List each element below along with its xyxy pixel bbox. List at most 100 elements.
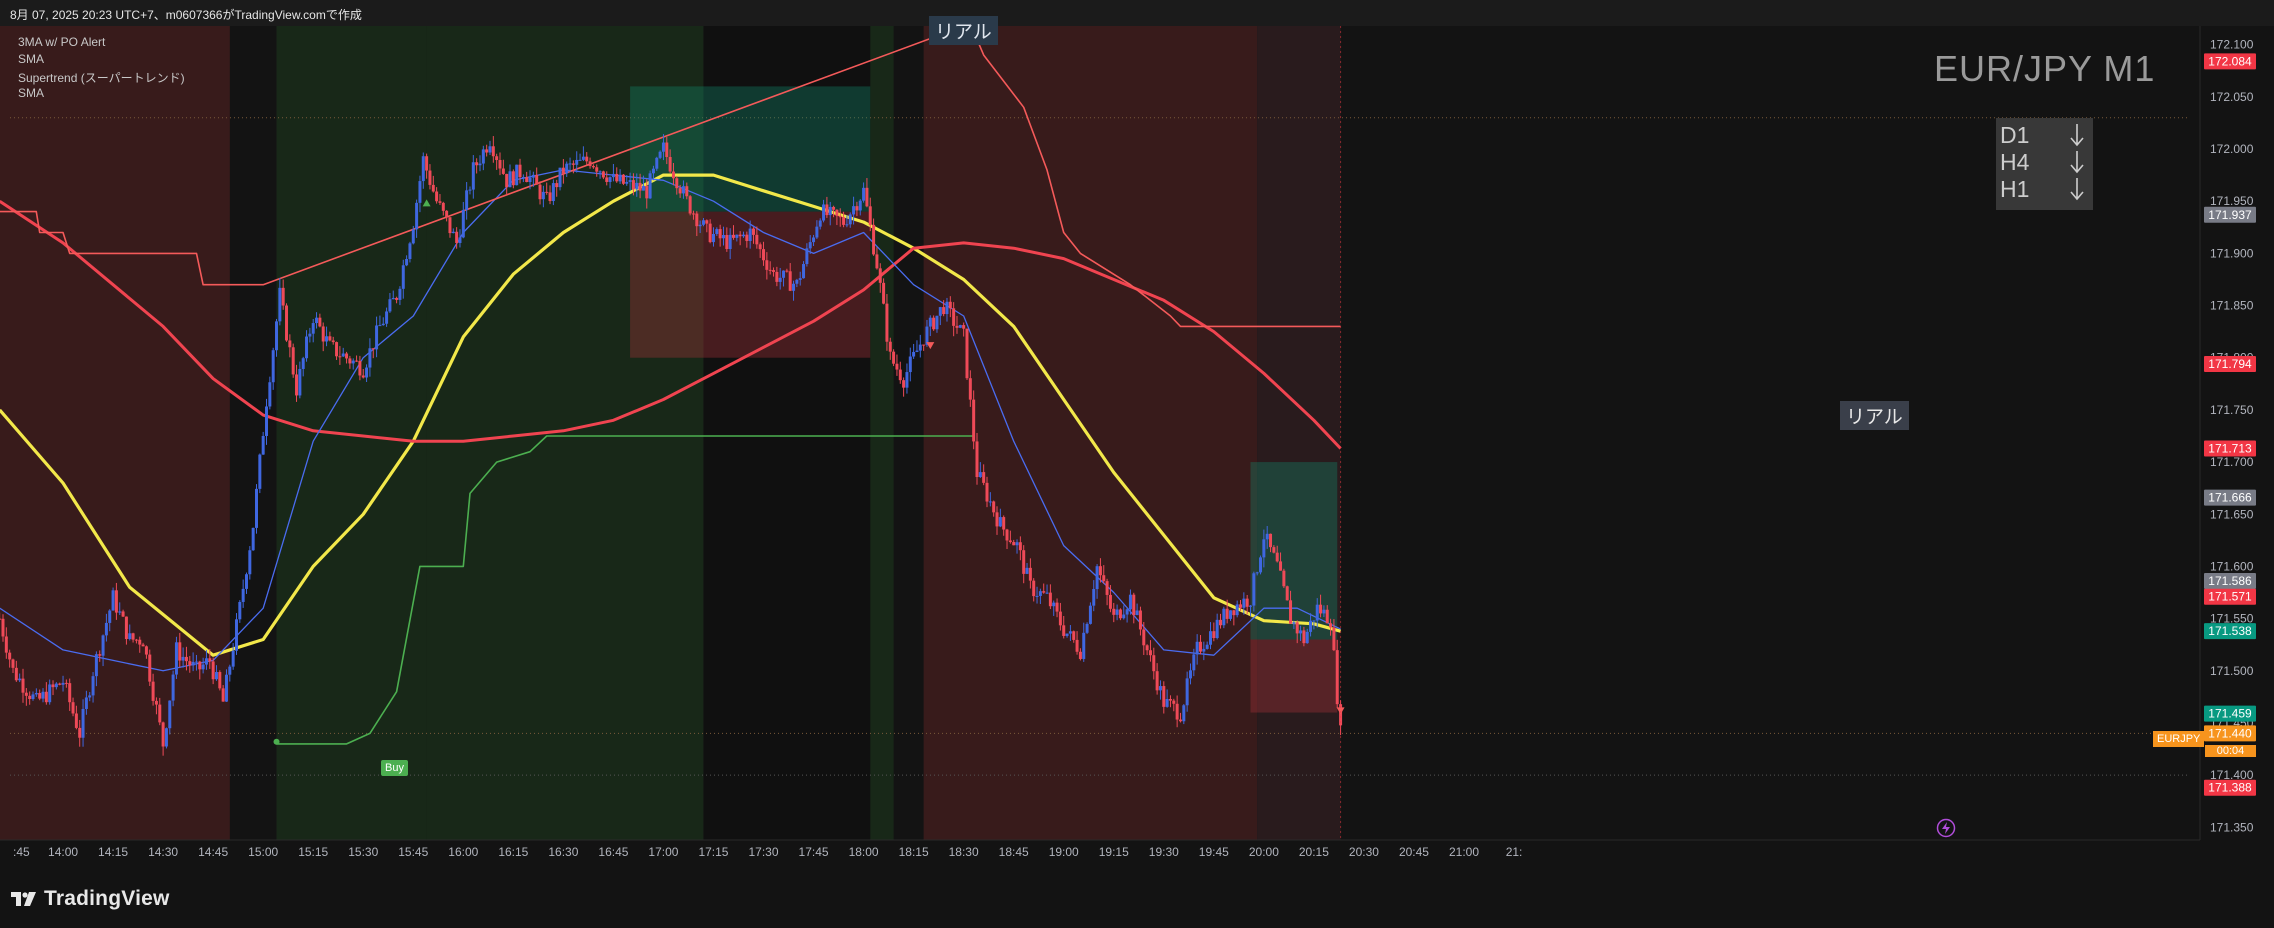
candle-body	[765, 260, 769, 270]
candle-body	[912, 351, 916, 357]
candle-body	[808, 242, 812, 249]
candle-body	[18, 678, 22, 681]
candle-body	[668, 157, 672, 172]
price-label-text: 172.084	[2208, 54, 2252, 68]
candle-body	[1158, 686, 1162, 691]
candle-body	[335, 342, 339, 357]
indicator-legend-3[interactable]: SMA	[18, 86, 44, 100]
candle-body	[191, 661, 195, 666]
candle-body	[1272, 547, 1276, 553]
candle-body	[785, 270, 789, 272]
candle-body	[868, 206, 872, 225]
candle-body	[425, 156, 429, 171]
lightning-icon[interactable]	[1936, 818, 1956, 838]
y-tick-label: 171.500	[2210, 664, 2254, 678]
candle-body	[848, 214, 852, 225]
candle-body	[1242, 598, 1246, 608]
candle-body	[1122, 614, 1126, 619]
candle-body	[101, 635, 105, 656]
tradingview-logo[interactable]: TradingView	[10, 887, 170, 911]
candle-body	[1162, 686, 1166, 707]
candle-body	[882, 282, 886, 304]
candle-body	[361, 375, 365, 378]
candle-body	[658, 151, 662, 158]
candle-body	[214, 672, 218, 680]
candle-body	[748, 228, 752, 241]
candle-body	[488, 146, 492, 153]
candle-body	[645, 185, 649, 199]
price-label-text: 171.586	[2208, 574, 2252, 588]
candle-body	[855, 206, 859, 211]
candle-body	[635, 182, 639, 190]
candle-body	[995, 512, 999, 527]
x-tick-label: 16:15	[498, 845, 528, 859]
candle-body	[541, 191, 545, 200]
candle-body	[1035, 595, 1039, 597]
price-label-text: 171.713	[2208, 442, 2252, 456]
candle-body	[862, 187, 866, 201]
candle-body	[315, 317, 319, 324]
price-label-text: 171.388	[2208, 781, 2252, 795]
top-caption-bar: 8月 07, 2025 20:23 UTC+7、m0607366がTrading…	[0, 0, 2274, 26]
candle-body	[695, 213, 699, 227]
candle-body	[972, 399, 976, 442]
candle-body	[798, 278, 802, 280]
candle-body	[441, 202, 445, 211]
candle-body	[775, 271, 779, 282]
candle-body	[762, 249, 766, 261]
candle-body	[388, 299, 392, 312]
candle-body	[84, 697, 88, 709]
candle-body	[178, 642, 182, 661]
candle-body	[681, 186, 685, 194]
candle-body	[701, 220, 705, 225]
candle-body	[555, 183, 559, 188]
candle-body	[71, 702, 75, 714]
candle-body	[1215, 619, 1219, 639]
candle-body	[1205, 644, 1209, 649]
candle-body	[992, 501, 996, 513]
candle-body	[1038, 591, 1042, 596]
x-tick-label: 21:00	[1449, 845, 1479, 859]
candle-body	[1072, 631, 1076, 640]
candle-body	[975, 441, 979, 478]
candle-body	[648, 173, 652, 199]
indicator-legend-2[interactable]: Supertrend (スーパートレンド)	[18, 69, 185, 86]
candle-body	[768, 269, 772, 271]
candle-body	[1235, 604, 1239, 616]
candle-body	[291, 347, 295, 375]
candle-body	[285, 305, 289, 341]
x-tick-label: 14:30	[148, 845, 178, 859]
candle-body	[588, 161, 592, 167]
candle-body	[481, 149, 485, 164]
candle-body	[138, 639, 142, 645]
candle-body	[465, 190, 469, 210]
candle-body	[1002, 517, 1006, 530]
candle-body	[118, 611, 122, 613]
candle-body	[1115, 609, 1119, 615]
candle-body	[618, 174, 622, 182]
candle-body	[1239, 604, 1243, 608]
candle-body	[411, 229, 415, 244]
candle-body	[1172, 700, 1176, 704]
mtf-label-h1: H1	[2000, 176, 2030, 202]
y-tick-label: 171.750	[2210, 403, 2254, 417]
candle-body	[1255, 572, 1259, 574]
price-chart[interactable]: 172.100 172.050 172.000 171.950 171.900 171.8…	[0, 26, 2274, 880]
candle-body	[108, 610, 112, 623]
candle-body	[1, 618, 5, 637]
x-tick-label: 19:15	[1099, 845, 1129, 859]
candle-body	[858, 200, 862, 211]
indicator-legend-0[interactable]: 3MA w/ PO Alert	[18, 35, 105, 49]
indicator-legend-1[interactable]: SMA	[18, 52, 44, 66]
candle-body	[1015, 542, 1019, 546]
candle-body	[1335, 650, 1339, 705]
candle-body	[922, 344, 926, 346]
y-tick-label: 171.950	[2210, 194, 2254, 208]
candle-body	[608, 177, 612, 182]
candle-body	[48, 684, 52, 703]
candle-body	[535, 174, 539, 185]
candle-body	[1148, 650, 1152, 656]
candle-body	[638, 182, 642, 191]
candle-body	[1195, 641, 1199, 655]
candle-body	[778, 277, 782, 282]
